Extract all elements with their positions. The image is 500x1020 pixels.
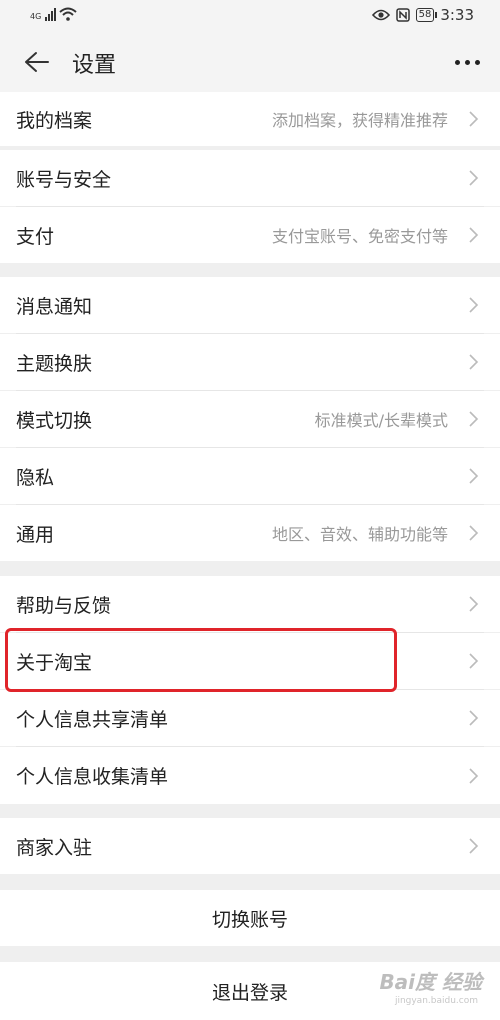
settings-item-info-collection-list[interactable]: 个人信息收集清单 [0, 747, 500, 804]
item-value: 标准模式/长辈模式 [314, 411, 448, 430]
chevron-right-icon [469, 411, 479, 427]
network-type: 4G [30, 12, 42, 21]
settings-item-mode-switch[interactable]: 模式切换 标准模式/长辈模式 [0, 391, 500, 447]
status-right: 58 3:33 [371, 6, 474, 24]
item-label: 消息通知 [16, 295, 93, 318]
item-label: 个人信息收集清单 [16, 766, 169, 788]
chevron-right-icon [469, 767, 479, 784]
item-label: 模式切换 [16, 409, 93, 432]
signal-icon [45, 8, 57, 21]
item-label: 支付 [16, 225, 55, 248]
settings-item-info-sharing-list[interactable]: 个人信息共享清单 [0, 690, 500, 746]
nfc-icon [395, 8, 410, 22]
chevron-right-icon [469, 354, 479, 370]
settings-item-payment[interactable]: 支付 支付宝账号、免密支付等 [0, 207, 500, 263]
settings-item-profile[interactable]: 我的档案 添加档案，获得精准推荐 [0, 92, 500, 146]
more-dots-icon[interactable] [452, 54, 482, 70]
settings-item-privacy[interactable]: 隐私 [0, 448, 500, 504]
chevron-right-icon [469, 596, 479, 612]
chevron-right-icon [469, 525, 479, 541]
watermark-url: jingyan.baidu.com [394, 996, 478, 1006]
clock: 3:33 [440, 6, 474, 24]
status-left: 4G [30, 7, 77, 21]
settings-item-theme[interactable]: 主题换肤 [0, 334, 500, 390]
item-label: 帮助与反馈 [16, 594, 112, 617]
switch-account-label: 切换账号 [211, 908, 288, 931]
chevron-right-icon [469, 170, 479, 186]
chevron-right-icon [469, 710, 479, 726]
item-label: 个人信息共享清单 [16, 708, 169, 731]
app-header: 设置 [0, 32, 500, 92]
item-label: 商家入驻 [16, 836, 93, 859]
chevron-right-icon [469, 297, 479, 313]
item-label: 主题换肤 [16, 352, 93, 375]
settings-item-help-feedback[interactable]: 帮助与反馈 [0, 576, 500, 632]
highlight-box [5, 628, 397, 692]
item-value: 地区、音效、辅助功能等 [271, 525, 448, 544]
chevron-right-icon [469, 653, 479, 669]
settings-item-notifications[interactable]: 消息通知 [0, 277, 500, 333]
chevron-right-icon [469, 838, 479, 854]
arrow-left-icon[interactable] [22, 49, 50, 75]
item-label: 通用 [16, 523, 55, 546]
chevron-right-icon [469, 227, 479, 243]
settings-item-general[interactable]: 通用 地区、音效、辅助功能等 [0, 505, 500, 561]
eye-icon [371, 9, 390, 21]
status-bar: 4G 58 3:33 [0, 0, 500, 32]
battery-icon: 58 [415, 8, 438, 22]
item-label: 隐私 [16, 466, 55, 489]
page-title: 设置 [72, 53, 117, 78]
settings-item-merchant-join[interactable]: 商家入驻 [0, 818, 500, 874]
switch-account-button[interactable]: 切换账号 [0, 890, 500, 946]
wifi-icon [59, 7, 77, 21]
chevron-right-icon [469, 111, 479, 127]
item-label: 账号与安全 [16, 168, 112, 191]
item-value: 支付宝账号、免密支付等 [271, 227, 448, 246]
item-label: 我的档案 [16, 109, 93, 132]
watermark-logo: Bai度 经验 [379, 970, 482, 994]
chevron-right-icon [469, 468, 479, 484]
settings-item-account-security[interactable]: 账号与安全 [0, 150, 500, 206]
item-value: 添加档案，获得精准推荐 [271, 111, 448, 130]
logout-label: 退出登录 [211, 981, 288, 1004]
